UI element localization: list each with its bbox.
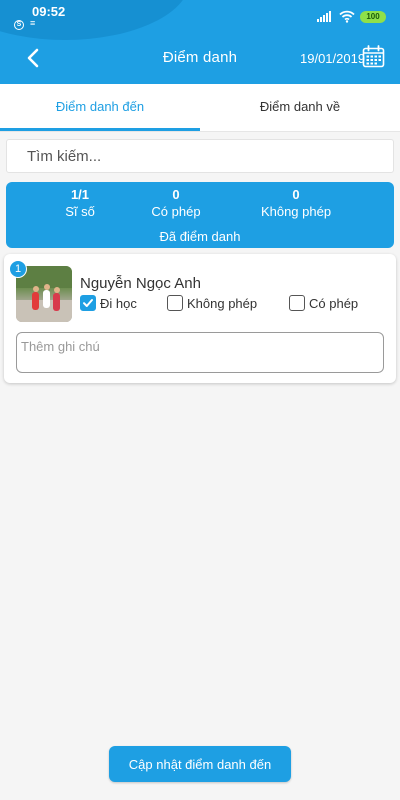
student-card: 1 Nguyễn Ngọc Anh Đi học Không phép Có p…: [4, 254, 396, 383]
tab-arrival[interactable]: Điểm danh đến: [0, 84, 200, 132]
student-name: Nguyễn Ngọc Anh: [80, 275, 201, 292]
tab-indicator: [0, 128, 200, 131]
option-present-label: Đi học: [100, 296, 137, 311]
option-excused-label: Có phép: [309, 296, 359, 311]
note-input[interactable]: [17, 333, 383, 372]
status-bar: 09:52 S ≡ 100: [0, 0, 400, 32]
stat-unexcused: 0 Không phép: [236, 187, 356, 220]
stat-unexcused-value: 0: [292, 187, 300, 202]
calendar-icon: [362, 45, 385, 68]
checkbox-excused[interactable]: [289, 295, 305, 311]
app-header: 09:52 S ≡ 100 Điểm danh 19/01/2019: [0, 0, 400, 84]
attendance-status: Đã điểm danh: [159, 229, 241, 244]
stat-excused-label: Có phép: [151, 204, 201, 219]
update-attendance-button[interactable]: Cập nhật điểm danh đến: [109, 746, 291, 782]
search-box: [6, 139, 394, 173]
stat-excused: 0 Có phép: [116, 187, 236, 220]
checkbox-unexcused[interactable]: [167, 295, 183, 311]
signal-icon: [317, 11, 333, 22]
notification-icon: ≡: [30, 18, 36, 28]
note-field: [16, 332, 384, 373]
skype-icon: S: [14, 20, 24, 30]
tab-departure[interactable]: Điểm danh về: [200, 84, 400, 132]
battery-icon: 100: [360, 11, 386, 23]
tab-bar: Điểm danh đến Điểm danh về: [0, 84, 400, 132]
header-date[interactable]: 19/01/2019: [300, 51, 365, 66]
stat-unexcused-label: Không phép: [260, 204, 332, 219]
student-index-badge: 1: [9, 260, 27, 278]
search-input[interactable]: [7, 140, 393, 172]
option-unexcused-label: Không phép: [187, 296, 258, 311]
checkmark-icon: [83, 299, 93, 307]
wifi-icon: [339, 10, 355, 23]
checkbox-present[interactable]: [80, 295, 96, 311]
attendance-summary: 1/1 Sĩ số 0 Có phép 0 Không phép Đã điểm…: [6, 182, 394, 248]
stat-excused-value: 0: [172, 187, 180, 202]
calendar-button[interactable]: [362, 45, 385, 68]
status-time: 09:52: [32, 4, 66, 19]
